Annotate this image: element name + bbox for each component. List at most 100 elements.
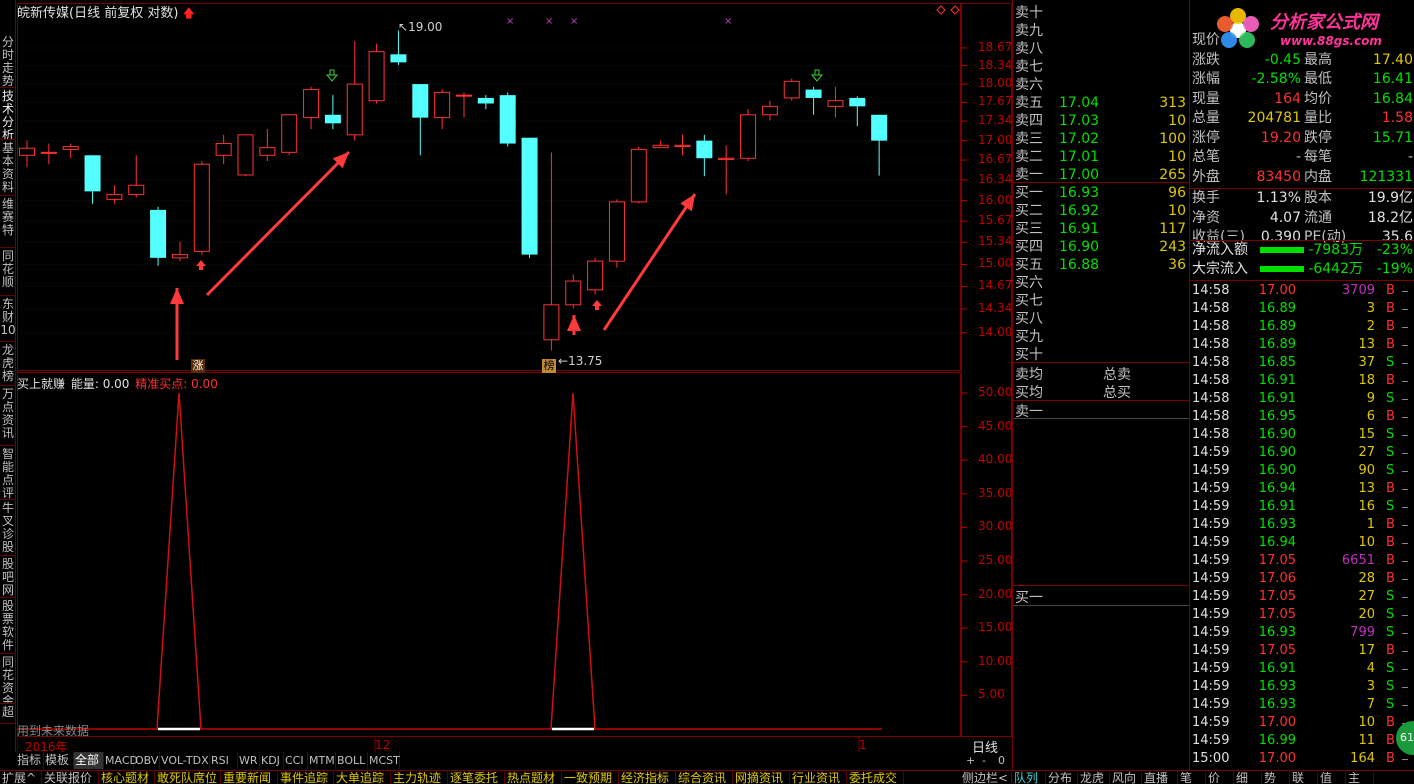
bottom-tab-3[interactable]: 敢死队席位 [155, 771, 221, 784]
sell-row[interactable]: 卖九 [1013, 22, 1190, 40]
right-bottom-tab-5[interactable]: 直播 [1142, 771, 1178, 784]
bottom-tab-15[interactable]: 委托成交 [847, 771, 904, 784]
sell-row[interactable]: 卖四 17.03 10 [1013, 112, 1190, 130]
tick-row[interactable]: 14:59 16.93 7 S [1190, 696, 1414, 714]
indicator-tab-7[interactable]: WR [238, 752, 260, 769]
bottom-tab-10[interactable]: 一致预期 [562, 771, 619, 784]
buy-row[interactable]: 买八 [1013, 310, 1190, 328]
tick-row[interactable]: 14:59 16.93 3 S [1190, 678, 1414, 696]
tick-row[interactable]: 14:58 16.85 37 S [1190, 354, 1414, 372]
bottom-tab-9[interactable]: 热点题材 [505, 771, 562, 784]
right-bottom-tab-7[interactable]: 价 [1206, 771, 1234, 784]
bottom-tab-0[interactable]: 扩展^ [0, 771, 42, 784]
tick-row[interactable]: 14:59 16.94 13 B [1190, 480, 1414, 498]
left-tab-13[interactable]: 超 [0, 704, 16, 724]
tick-row[interactable]: 14:58 16.91 18 B [1190, 372, 1414, 390]
tick-row[interactable]: 14:59 17.06 28 B [1190, 570, 1414, 588]
tick-row[interactable]: 14:59 16.91 16 S [1190, 498, 1414, 516]
zoom-out-button[interactable]: - [982, 754, 986, 767]
indicator-tab-5[interactable]: VOL-TDX [160, 752, 210, 769]
indicator-tab-9[interactable]: CCI [284, 752, 308, 769]
bottom-tab-14[interactable]: 行业资讯 [790, 771, 847, 784]
right-bottom-tab-8[interactable]: 细 [1234, 771, 1262, 784]
indicator-tab-12[interactable]: MCST [368, 752, 400, 769]
tick-row[interactable]: 15:00 17.00 164 B [1190, 750, 1414, 768]
bottom-tab-4[interactable]: 重要新闻 [221, 771, 278, 784]
sell-row[interactable]: 卖十 [1013, 4, 1190, 22]
bottom-tab-8[interactable]: 逐笔委托 [448, 771, 505, 784]
zoom-in-button[interactable]: + [966, 754, 975, 767]
left-tab-4[interactable]: 同花顺 [0, 248, 16, 296]
tick-row[interactable]: 14:59 17.00 10 B [1190, 714, 1414, 732]
indicator-tab-4[interactable]: OBV [134, 752, 160, 769]
tick-row[interactable]: 14:59 17.05 6651 B [1190, 552, 1414, 570]
right-bottom-tab-2[interactable]: 分布 [1046, 771, 1078, 784]
left-tab-0[interactable]: 分时走势 [0, 34, 16, 88]
bottom-tab-6[interactable]: 大单追踪 [334, 771, 391, 784]
left-tab-1[interactable]: 技术分析 [0, 88, 16, 140]
left-tab-3[interactable]: 维赛特 [0, 196, 16, 248]
right-bottom-tab-9[interactable]: 势 [1262, 771, 1290, 784]
corner-diamond-icon[interactable] [950, 5, 960, 15]
buy-row[interactable]: 买一 16.93 96 [1013, 184, 1190, 202]
left-tab-10[interactable]: 股吧网 [0, 556, 16, 598]
tick-row[interactable]: 14:59 17.05 20 S [1190, 606, 1414, 624]
tick-row[interactable]: 14:58 16.89 2 B [1190, 318, 1414, 336]
sell-row[interactable]: 卖三 17.02 100 [1013, 130, 1190, 148]
bottom-tab-2[interactable]: 核心题材 [99, 771, 155, 784]
indicator-tab-6[interactable]: RSI [210, 752, 238, 769]
tick-row[interactable]: 14:59 16.93 799 S [1190, 624, 1414, 642]
indicator-tab-8[interactable]: KDJ [260, 752, 284, 769]
left-tab-12[interactable]: 同花资金 [0, 654, 16, 704]
right-bottom-tab-12[interactable]: 主 [1346, 771, 1374, 784]
sell-row[interactable]: 卖六 [1013, 76, 1190, 94]
right-bottom-tab-0[interactable]: 侧边栏< [960, 771, 1012, 784]
tick-row[interactable]: 14:59 17.05 17 B [1190, 642, 1414, 660]
bottom-tab-12[interactable]: 综合资讯 [676, 771, 733, 784]
right-bottom-tab-1[interactable]: 队列 [1012, 771, 1046, 784]
right-bottom-tab-6[interactable]: 笔 [1178, 771, 1206, 784]
tick-row[interactable]: 14:59 16.91 4 S [1190, 660, 1414, 678]
bottom-tab-1[interactable]: 关联报价 [42, 771, 99, 784]
buy-row[interactable]: 买三 16.91 117 [1013, 220, 1190, 238]
right-bottom-tab-3[interactable]: 龙虎 [1078, 771, 1110, 784]
right-bottom-tab-11[interactable]: 值 [1318, 771, 1346, 784]
indicator-tab-0[interactable]: 指标 [16, 752, 44, 769]
sell-row[interactable]: 卖二 17.01 10 [1013, 148, 1190, 166]
left-tab-11[interactable]: 股票软件 [0, 598, 16, 654]
buy-row[interactable]: 买九 [1013, 328, 1190, 346]
tick-row[interactable]: 14:58 16.95 6 B [1190, 408, 1414, 426]
tick-row[interactable]: 14:59 16.90 90 S [1190, 462, 1414, 480]
zoom-reset-button[interactable]: 0 [998, 754, 1005, 767]
bottom-tab-5[interactable]: 事件追踪 [278, 771, 334, 784]
tick-row[interactable]: 14:58 16.91 9 S [1190, 390, 1414, 408]
buy-row[interactable]: 买五 16.88 36 [1013, 256, 1190, 274]
bottom-tab-13[interactable]: 网摘资讯 [733, 771, 790, 784]
corner-diamond-icon[interactable] [936, 5, 946, 15]
tick-row[interactable]: 14:58 17.00 3709 B [1190, 282, 1414, 300]
tick-row[interactable]: 14:58 16.89 3 B [1190, 300, 1414, 318]
tick-row[interactable]: 14:59 17.05 27 S [1190, 588, 1414, 606]
indicator-tab-10[interactable]: MTM [308, 752, 336, 769]
tick-row[interactable]: 14:59 16.99 11 B [1190, 732, 1414, 750]
indicator-tab-11[interactable]: BOLL [336, 752, 368, 769]
left-tab-9[interactable]: 牛叉诊股 [0, 500, 16, 556]
bottom-tab-11[interactable]: 经济指标 [619, 771, 676, 784]
right-bottom-tab-10[interactable]: 联 [1290, 771, 1318, 784]
bottom-tab-7[interactable]: 主力轨迹 [391, 771, 448, 784]
indicator-name[interactable]: 买上就赚 [17, 377, 65, 391]
left-tab-6[interactable]: 龙虎榜 [0, 342, 16, 386]
sell-row[interactable]: 卖七 [1013, 58, 1190, 76]
tick-row[interactable]: 14:59 16.93 1 B [1190, 516, 1414, 534]
indicator-tab-3[interactable]: MACD [104, 752, 138, 769]
indicator-tab-1[interactable]: 模板 [44, 752, 74, 769]
left-tab-2[interactable]: 基本资料 [0, 140, 16, 196]
buy-row[interactable]: 买二 16.92 10 [1013, 202, 1190, 220]
left-tab-8[interactable]: 智能点评 [0, 446, 16, 500]
right-bottom-tab-4[interactable]: 风向 [1110, 771, 1142, 784]
left-tab-5[interactable]: 东财10 [0, 296, 16, 342]
left-tab-7[interactable]: 万点资讯 [0, 386, 16, 446]
indicator-tab-2[interactable]: 全部 [74, 752, 104, 769]
buy-row[interactable]: 买四 16.90 243 [1013, 238, 1190, 256]
buy-row[interactable]: 买七 [1013, 292, 1190, 310]
